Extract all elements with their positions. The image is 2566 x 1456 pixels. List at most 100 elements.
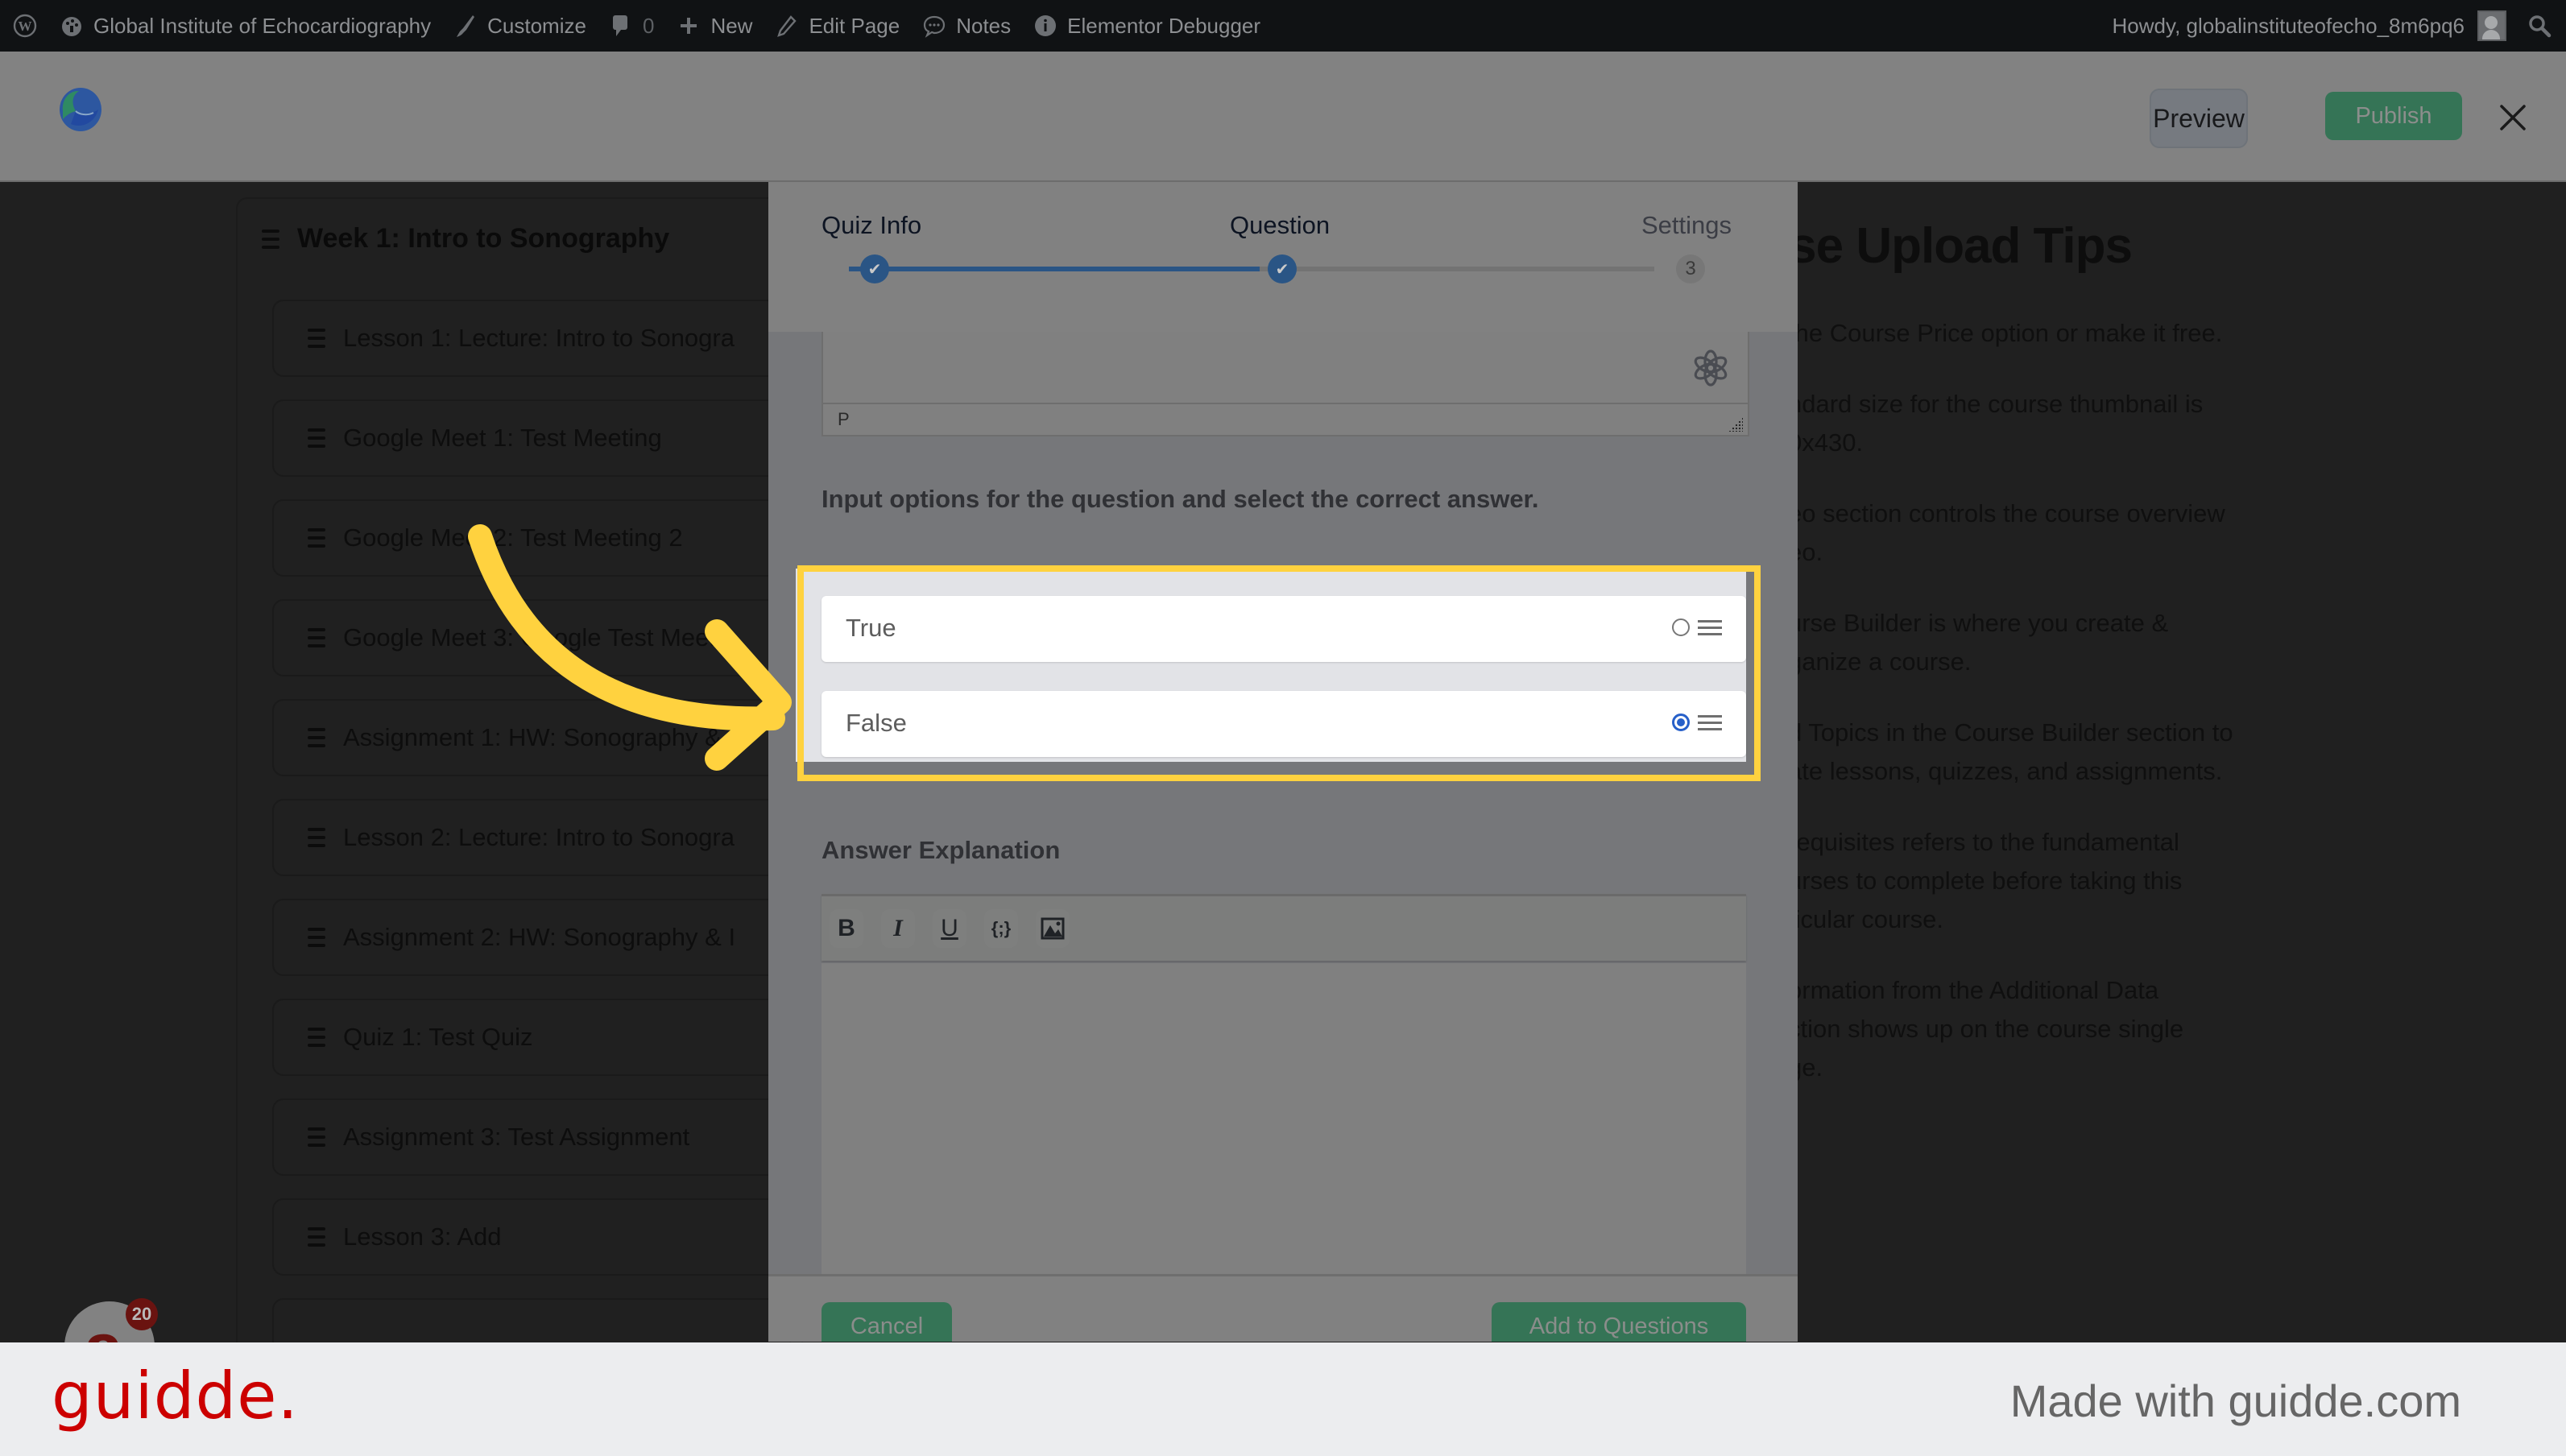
course-builder-header: Preview Publish (0, 52, 2566, 182)
drag-handle-icon[interactable] (308, 428, 325, 448)
drag-handle-icon[interactable] (308, 1227, 325, 1247)
lesson-item[interactable]: Assignment 3: Test Assignment (272, 1098, 791, 1176)
edit-page-link[interactable]: Edit Page (775, 14, 900, 39)
bold-button[interactable]: B (830, 909, 863, 948)
wp-admin-bar: W Global Institute of Echocardiography C… (0, 0, 2566, 52)
notification-badge: 20 (126, 1298, 158, 1330)
lesson-title[interactable]: Google Meet 1: Test Meeting (343, 424, 662, 453)
question-description-editor[interactable] (822, 332, 1749, 403)
lesson-title[interactable]: Google Meet 3: Google Test Meeti (343, 623, 722, 652)
notes-link[interactable]: Notes (922, 14, 1011, 39)
openai-icon[interactable] (1691, 348, 1731, 388)
image-icon[interactable] (1036, 909, 1070, 948)
plus-icon (677, 14, 701, 38)
italic-button[interactable]: I (881, 909, 915, 948)
lesson-title[interactable]: Quiz 1: Test Quiz (343, 1023, 532, 1052)
lesson-item[interactable]: Lesson 3: Add (272, 1198, 791, 1276)
lesson-item[interactable]: Google Meet 2: Test Meeting 2 (272, 499, 791, 577)
code-button[interactable]: {;} (984, 909, 1018, 948)
new-content-link[interactable]: New (677, 14, 752, 39)
lesson-title[interactable]: Assignment 3: Test Assignment (343, 1123, 689, 1152)
lesson-item[interactable]: Assignment 1: HW: Sonography & I (272, 699, 791, 776)
underline-button[interactable]: U (933, 909, 966, 948)
drag-handle-icon[interactable] (1698, 715, 1722, 730)
drag-handle-icon[interactable] (308, 528, 325, 548)
option-text[interactable]: True (846, 614, 896, 643)
add-to-questions-button[interactable]: Add to Questions (1492, 1302, 1746, 1342)
step-2-check-icon[interactable]: ✔ (1268, 254, 1297, 283)
quiz-stepper: Quiz Info Question Settings ✔ ✔ 3 (768, 182, 1798, 332)
correct-answer-radio[interactable] (1672, 618, 1690, 636)
correct-answer-radio[interactable] (1672, 714, 1690, 731)
lesson-title[interactable]: Assignment 1: HW: Sonography & I (343, 723, 735, 752)
lesson-title[interactable]: Assignment 2: HW: Sonography & I (343, 923, 735, 952)
tip-item: d Topics in the Course Builder section t… (1788, 718, 2233, 785)
guidde-logo: guidde. (52, 1359, 299, 1433)
step-remaining-line (1260, 267, 1654, 271)
explanation-editor[interactable] (822, 963, 1746, 1293)
step-3-number[interactable]: 3 (1676, 254, 1705, 283)
howdy-user-menu[interactable]: Howdy, globalinstituteofecho_8m6pq6 (2113, 14, 2465, 39)
notes-label: Notes (956, 13, 1012, 38)
resize-handle-icon[interactable] (1728, 417, 1743, 432)
site-name-link[interactable]: Global Institute of Echocardiography (60, 14, 431, 39)
drag-handle-icon[interactable] (308, 628, 325, 647)
close-icon[interactable] (2495, 100, 2531, 135)
drag-handle-icon[interactable] (308, 1028, 325, 1047)
option-false[interactable]: False (822, 691, 1746, 757)
tip-item: the Course Price option or make it free. (1788, 319, 2223, 347)
step-settings[interactable]: Settings (1641, 211, 1732, 240)
svg-text:W: W (19, 19, 32, 34)
lesson-item[interactable]: Google Meet 1: Test Meeting (272, 399, 791, 477)
edit-page-label: Edit Page (809, 13, 900, 38)
lesson-item[interactable]: Quiz 1: Test Quiz (272, 999, 791, 1076)
user-avatar[interactable] (2477, 10, 2506, 41)
made-with-text: Made with guidde.com (2009, 1375, 2461, 1426)
lesson-title[interactable]: Lesson 2: Lecture: Intro to Sonogra (343, 823, 735, 852)
step-question[interactable]: Question (1230, 211, 1330, 240)
drag-handle-icon[interactable] (308, 828, 325, 847)
option-text[interactable]: False (846, 709, 907, 738)
publish-button[interactable]: Publish (2325, 92, 2462, 140)
lesson-item[interactable]: Lesson 1: Lecture: Intro to Sonogra (272, 300, 791, 377)
comments-count: 0 (642, 13, 655, 38)
pencil-icon (775, 14, 799, 38)
wordpress-logo-button[interactable]: W (13, 14, 37, 38)
drag-handle-icon[interactable] (1698, 620, 1722, 635)
modal-footer: Cancel Add to Questions (768, 1274, 1798, 1342)
lesson-title[interactable]: Lesson 1: Lecture: Intro to Sonogra (343, 324, 735, 353)
site-name: Global Institute of Echocardiography (93, 13, 432, 38)
drag-handle-icon[interactable] (308, 1127, 325, 1147)
new-label: New (710, 13, 753, 38)
editor-status-bar: P (822, 403, 1749, 436)
preview-button[interactable]: Preview (2150, 89, 2248, 148)
dashboard-icon (60, 14, 84, 38)
elementor-debugger-label: Elementor Debugger (1067, 13, 1261, 38)
speech-bubble-icon (922, 14, 946, 38)
option-true[interactable]: True (822, 596, 1746, 662)
drag-handle-icon[interactable] (308, 928, 325, 947)
tip-item: urse Builder is where you create & ganiz… (1788, 609, 2169, 676)
search-icon[interactable] (2527, 14, 2552, 38)
lesson-title[interactable]: Google Meet 2: Test Meeting 2 (343, 523, 683, 552)
element-path[interactable]: P (838, 409, 850, 430)
tips-title: rse Upload Tips (1770, 218, 2133, 274)
comments-link[interactable]: 0 (609, 14, 654, 39)
drag-handle-icon[interactable] (308, 728, 325, 747)
guidde-footer: guidde. Made with guidde.com (0, 1342, 2566, 1456)
tip-item: ormation from the Additional Data ction … (1788, 976, 2184, 1082)
elementor-debugger-link[interactable]: Elementor Debugger (1033, 14, 1260, 39)
lesson-item[interactable]: Lesson 2: Lecture: Intro to Sonogra (272, 799, 791, 876)
drag-handle-icon[interactable] (262, 229, 279, 249)
lesson-item[interactable]: Google Meet 3: Google Test Meeti (272, 599, 791, 676)
topic-title[interactable]: Week 1: Intro to Sonography (297, 223, 669, 254)
customize-link[interactable]: Customize (453, 14, 586, 39)
site-logo-icon[interactable] (58, 87, 103, 132)
cancel-button[interactable]: Cancel (822, 1302, 952, 1342)
step-quiz-info[interactable]: Quiz Info (822, 211, 921, 240)
tip-item: eo section controls the course overview … (1788, 499, 2225, 566)
lesson-title[interactable]: Lesson 3: Add (343, 1222, 502, 1251)
drag-handle-icon[interactable] (308, 329, 325, 348)
lesson-item[interactable]: Assignment 2: HW: Sonography & I (272, 899, 791, 976)
step-1-check-icon[interactable]: ✔ (860, 254, 889, 283)
